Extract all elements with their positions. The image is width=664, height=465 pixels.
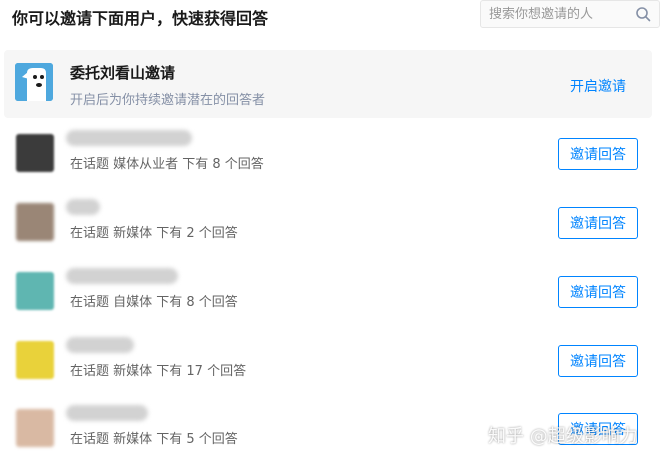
enable-invite-button[interactable]: 开启邀请	[570, 76, 626, 96]
avatar	[16, 341, 54, 379]
user-row: 在话题 新媒体 下有 17 个回答 邀请回答	[0, 337, 664, 397]
user-row: 在话题 媒体从业者 下有 8 个回答 邀请回答	[0, 130, 664, 190]
invite-header: 你可以邀请下面用户，快速获得回答	[0, 0, 664, 34]
avatar	[16, 203, 54, 241]
blurred-name	[66, 337, 134, 353]
user-topic-stat: 在话题 新媒体 下有 2 个回答	[70, 226, 238, 241]
invite-answer-button[interactable]: 邀请回答	[558, 276, 638, 308]
invite-answer-button[interactable]: 邀请回答	[558, 138, 638, 170]
blurred-name	[66, 268, 178, 284]
liukanshan-icon	[15, 63, 53, 101]
user-row: 在话题 自媒体 下有 8 个回答 邀请回答	[0, 268, 664, 328]
invite-answer-button[interactable]: 邀请回答	[558, 345, 638, 377]
avatar	[16, 272, 54, 310]
delegate-description: 开启后为你持续邀请潜在的回答者	[70, 93, 266, 108]
avatar	[16, 134, 54, 172]
user-topic-stat: 在话题 新媒体 下有 5 个回答	[70, 432, 238, 447]
liukanshan-avatar	[15, 63, 53, 101]
search-icon[interactable]	[635, 6, 651, 22]
blurred-name	[66, 199, 100, 215]
avatar	[16, 409, 54, 447]
search-box[interactable]	[480, 0, 660, 28]
delegate-invite-card: 委托刘看山邀请 开启后为你持续邀请潜在的回答者 开启邀请	[4, 50, 652, 118]
user-row: 在话题 新媒体 下有 2 个回答 邀请回答	[0, 199, 664, 259]
page-title: 你可以邀请下面用户，快速获得回答	[12, 9, 269, 28]
user-topic-stat: 在话题 自媒体 下有 8 个回答	[70, 295, 238, 310]
invite-answer-button[interactable]: 邀请回答	[558, 207, 638, 239]
user-topic-stat: 在话题 新媒体 下有 17 个回答	[70, 364, 247, 379]
watermark: 知乎 @超级影响力	[488, 426, 638, 447]
delegate-title: 委托刘看山邀请	[70, 64, 176, 82]
blurred-name	[66, 405, 148, 421]
search-input[interactable]	[489, 5, 629, 23]
blurred-name	[66, 130, 192, 146]
user-topic-stat: 在话题 媒体从业者 下有 8 个回答	[70, 157, 264, 172]
